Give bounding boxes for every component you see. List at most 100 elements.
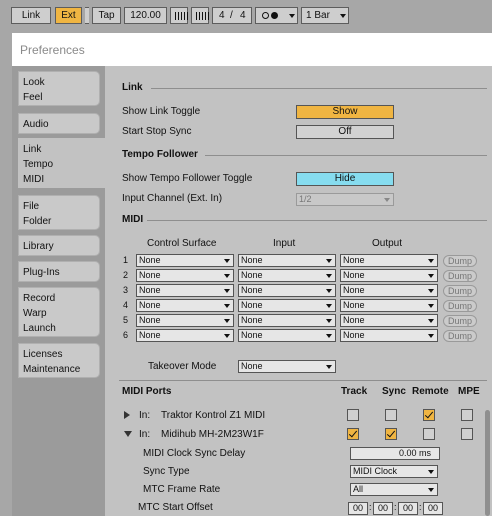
dump-button[interactable]: Dump <box>443 270 477 282</box>
midi-output-dropdown[interactable]: None <box>340 314 438 327</box>
clock-sync-delay-label: MIDI Clock Sync Delay <box>143 448 246 459</box>
midi-output-dropdown[interactable]: None <box>340 299 438 312</box>
sync-checkbox[interactable] <box>385 409 397 421</box>
tab-look-feel[interactable]: Look Feel <box>18 71 100 106</box>
tab-library[interactable]: Library <box>18 235 100 256</box>
mtc-frame-rate-dropdown[interactable]: All <box>350 483 438 496</box>
dropdown-value: None <box>139 285 161 295</box>
tab-audio[interactable]: Audio <box>18 113 100 134</box>
signature-numerator[interactable]: 4 <box>219 8 225 23</box>
dump-button[interactable]: Dump <box>443 330 477 342</box>
dump-button[interactable]: Dump <box>443 315 477 327</box>
tab-label: Warp <box>23 308 47 319</box>
mtc-frame-rate-label: MTC Frame Rate <box>143 484 221 495</box>
link-button[interactable]: Link <box>11 7 51 24</box>
chevron-down-icon <box>326 259 332 263</box>
tab-file-folder[interactable]: File Folder <box>18 195 100 230</box>
tap-button[interactable]: Tap <box>92 7 121 24</box>
clock-sync-delay-field[interactable]: 0.00 ms <box>350 447 440 460</box>
quantization-menu[interactable]: 1 Bar <box>301 7 349 24</box>
time-separator: : <box>369 502 372 512</box>
chevron-down-icon <box>326 274 332 278</box>
input-channel-dropdown[interactable]: 1/2 <box>296 193 394 206</box>
control-surface-dropdown[interactable]: None <box>136 284 234 297</box>
control-bar: Link Ext Tap 120.00 4 / 4 1 Bar <box>0 0 492 33</box>
time-signature[interactable]: 4 / 4 <box>212 7 252 24</box>
control-surface-dropdown[interactable]: None <box>136 299 234 312</box>
start-stop-sync-button[interactable]: Off <box>296 125 394 139</box>
output-header: Output <box>372 238 403 249</box>
expand-triangle-icon[interactable] <box>124 411 130 419</box>
collapse-triangle-icon[interactable] <box>124 431 132 437</box>
mpe-checkbox[interactable] <box>461 428 473 440</box>
control-surface-dropdown[interactable]: None <box>136 269 234 282</box>
show-link-toggle-button[interactable]: Show <box>296 105 394 119</box>
separator <box>85 7 89 24</box>
control-surface-dropdown[interactable]: None <box>136 254 234 267</box>
remote-checkbox[interactable] <box>423 409 435 421</box>
row-number: 3 <box>123 285 129 295</box>
row-number: 2 <box>123 270 129 280</box>
chevron-down-icon <box>428 259 434 263</box>
section-divider <box>205 155 487 156</box>
metronome-button[interactable] <box>255 7 298 24</box>
track-checkbox[interactable] <box>347 409 359 421</box>
sync-checkbox[interactable] <box>385 428 397 440</box>
preferences-tab-column: Look Feel Audio Link Tempo MIDI File Fol… <box>12 66 111 516</box>
mtc-offset-frames[interactable]: 00 <box>423 502 443 515</box>
midi-output-dropdown[interactable]: None <box>340 329 438 342</box>
dropdown-value: None <box>343 255 365 265</box>
tempo-field[interactable]: 120.00 <box>124 7 167 24</box>
chevron-down-icon <box>224 259 230 263</box>
midi-output-dropdown[interactable]: None <box>340 254 438 267</box>
tab-record-warp-launch[interactable]: Record Warp Launch <box>18 287 100 337</box>
vertical-scrollbar[interactable] <box>485 410 490 516</box>
nudge-button-2[interactable] <box>191 7 209 24</box>
tab-licenses-maintenance[interactable]: Licenses Maintenance <box>18 343 100 378</box>
tab-label: Look <box>23 77 45 88</box>
midi-input-dropdown[interactable]: None <box>238 314 336 327</box>
preferences-panel: Link Show Link Toggle Show Start Stop Sy… <box>105 66 492 516</box>
remote-checkbox[interactable] <box>423 428 435 440</box>
dump-button[interactable]: Dump <box>443 255 477 267</box>
chevron-down-icon <box>428 488 434 492</box>
nudge-button[interactable] <box>170 7 188 24</box>
time-separator: : <box>394 502 397 512</box>
nudge-bars-icon <box>196 12 209 20</box>
mtc-offset-seconds[interactable]: 00 <box>398 502 418 515</box>
dump-button[interactable]: Dump <box>443 300 477 312</box>
dropdown-value: None <box>139 330 161 340</box>
midi-input-dropdown[interactable]: None <box>238 254 336 267</box>
dropdown-value: MIDI Clock <box>353 466 398 476</box>
tab-plug-ins[interactable]: Plug-Ins <box>18 261 100 282</box>
row-number: 4 <box>123 300 129 310</box>
mpe-checkbox[interactable] <box>461 409 473 421</box>
control-surface-dropdown[interactable]: None <box>136 329 234 342</box>
chevron-down-icon <box>340 14 346 18</box>
midi-input-dropdown[interactable]: None <box>238 284 336 297</box>
chevron-down-icon <box>224 334 230 338</box>
takeover-mode-dropdown[interactable]: None <box>238 360 336 373</box>
midi-input-dropdown[interactable]: None <box>238 299 336 312</box>
mtc-offset-hours[interactable]: 00 <box>348 502 368 515</box>
signature-separator: / <box>230 10 233 21</box>
row-number: 5 <box>123 315 129 325</box>
chevron-down-icon <box>428 319 434 323</box>
midi-input-dropdown[interactable]: None <box>238 329 336 342</box>
metronome-dot-icon <box>271 12 278 19</box>
midi-output-dropdown[interactable]: None <box>340 269 438 282</box>
dropdown-value: None <box>241 315 263 325</box>
control-surface-dropdown[interactable]: None <box>136 314 234 327</box>
sync-type-dropdown[interactable]: MIDI Clock <box>350 465 438 478</box>
tab-link-tempo-midi[interactable]: Link Tempo MIDI <box>18 138 111 188</box>
dump-button[interactable]: Dump <box>443 285 477 297</box>
track-checkbox[interactable] <box>347 428 359 440</box>
tab-label: Folder <box>23 216 52 227</box>
midi-output-dropdown[interactable]: None <box>340 284 438 297</box>
midi-input-dropdown[interactable]: None <box>238 269 336 282</box>
signature-denominator[interactable]: 4 <box>240 8 246 23</box>
tempo-follower-toggle-button[interactable]: Hide <box>296 172 394 186</box>
show-link-toggle-label: Show Link Toggle <box>122 106 201 117</box>
mtc-offset-minutes[interactable]: 00 <box>373 502 393 515</box>
ext-button[interactable]: Ext <box>55 7 82 24</box>
